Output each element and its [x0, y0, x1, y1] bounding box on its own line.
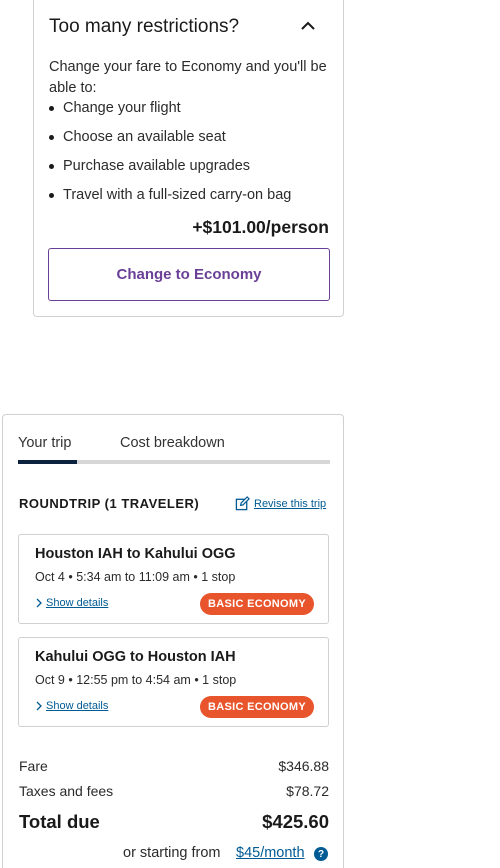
taxes-row: Taxes and fees $78.72: [19, 783, 329, 803]
show-details-label[interactable]: Show details: [46, 700, 108, 712]
flight-route: Houston IAH to Kahului OGG: [35, 546, 236, 562]
benefit-item: Choose an available seat: [49, 127, 291, 156]
benefit-item: Purchase available upgrades: [49, 156, 291, 185]
total-row: Total due $425.60: [19, 811, 329, 835]
help-icon[interactable]: ?: [314, 847, 328, 861]
financing-prefix: or starting from: [123, 845, 221, 861]
restrictions-panel: Too many restrictions? Change your fare …: [33, 0, 344, 317]
flight-times: Oct 4 • 5:34 am to 11:09 am • 1 stop: [35, 570, 236, 584]
edit-icon: [235, 496, 250, 511]
financing-row: or starting from $45/month ?: [3, 845, 329, 865]
tab-cost-breakdown[interactable]: Cost breakdown: [120, 435, 225, 451]
trip-heading: ROUNDTRIP (1 TRAVELER): [19, 496, 200, 511]
tab-your-trip[interactable]: Your trip: [18, 435, 71, 451]
total-value: $425.60: [262, 811, 329, 832]
fare-class-badge: BASIC ECONOMY: [200, 593, 314, 615]
fare-class-badge: BASIC ECONOMY: [200, 696, 314, 718]
benefit-item: Travel with a full-sized carry-on bag: [49, 185, 291, 214]
restrictions-title: Too many restrictions?: [49, 16, 240, 37]
show-details-link[interactable]: Show details: [35, 700, 108, 712]
show-details-label[interactable]: Show details: [46, 597, 108, 609]
financing-link[interactable]: $45/month: [236, 845, 305, 861]
taxes-value: $78.72: [286, 783, 329, 799]
show-details-link[interactable]: Show details: [35, 597, 108, 609]
flight-card: Houston IAH to Kahului OGG Oct 4 • 5:34 …: [18, 534, 329, 624]
fare-row: Fare $346.88: [19, 758, 329, 778]
tab-active-indicator: [18, 460, 77, 464]
change-to-economy-button[interactable]: Change to Economy: [48, 248, 330, 301]
trip-summary-panel: Your trip Cost breakdown ROUNDTRIP (1 TR…: [2, 414, 344, 868]
chevron-up-icon[interactable]: [299, 19, 317, 33]
restrictions-description: Change your fare to Economy and you'll b…: [49, 59, 327, 96]
upgrade-price: +$101.00/person: [192, 217, 329, 237]
benefit-item: Change your flight: [49, 98, 291, 127]
flight-times: Oct 9 • 12:55 pm to 4:54 am • 1 stop: [35, 673, 237, 687]
revise-trip-link[interactable]: Revise this trip: [235, 496, 326, 511]
fare-value: $346.88: [278, 758, 329, 774]
chevron-right-icon: [36, 598, 42, 608]
tab-bar: Your trip Cost breakdown: [18, 433, 330, 465]
flight-route: Kahului OGG to Houston IAH: [35, 649, 236, 665]
total-label: Total due: [19, 811, 100, 832]
fare-label: Fare: [19, 758, 48, 774]
flight-card: Kahului OGG to Houston IAH Oct 9 • 12:55…: [18, 637, 329, 727]
taxes-label: Taxes and fees: [19, 783, 114, 799]
chevron-right-icon: [36, 701, 42, 711]
revise-trip-label[interactable]: Revise this trip: [254, 498, 326, 510]
benefits-list: Change your flight Choose an available s…: [49, 98, 291, 214]
